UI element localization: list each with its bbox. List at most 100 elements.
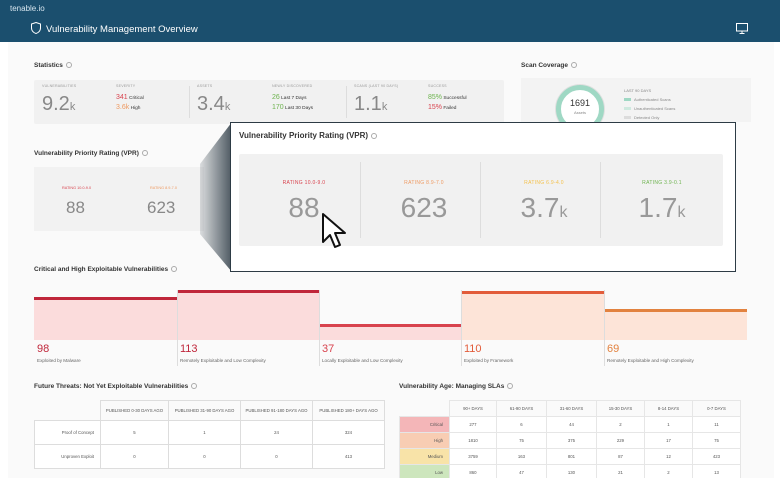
column-header[interactable]: PUBLISHED 0-30 DAYS AGO <box>100 400 169 421</box>
vpr-medium[interactable]: RATING 6.9-4.0 3.7k <box>489 180 599 224</box>
table-cell[interactable]: 2 <box>644 464 693 478</box>
table-cell[interactable]: 5 <box>100 420 169 445</box>
divider <box>177 290 178 366</box>
vpr-low[interactable]: RATING 3.9-0.1 1.7k <box>607 180 717 224</box>
column-header[interactable]: 31-60 DAYS <box>546 400 597 417</box>
table-cell[interactable]: 163 <box>496 448 547 465</box>
table-cell[interactable]: 413 <box>312 444 385 469</box>
vpr-rating-value[interactable]: 623 <box>147 198 175 218</box>
table-cell[interactable]: 1810 <box>449 432 497 449</box>
table-cell[interactable]: 1 <box>168 420 241 445</box>
table-cell[interactable]: 277 <box>449 416 497 433</box>
exploit-value[interactable]: 98 <box>37 343 49 355</box>
table-cell[interactable]: 423 <box>692 448 741 465</box>
table-cell[interactable]: 13 <box>692 464 741 478</box>
coverage-legend-item[interactable]: Detected Only <box>624 115 659 120</box>
monitor-icon[interactable] <box>736 23 748 34</box>
exploit-bar-top <box>461 291 604 294</box>
exploit-value[interactable]: 110 <box>464 343 482 355</box>
exploit-value[interactable]: 37 <box>322 343 334 355</box>
stat-success[interactable]: SUCCESS 85% Successful 15% Failed <box>428 84 467 113</box>
future-threats-title: Future Threats: Not Yet Exploitable Vuln… <box>34 383 198 390</box>
info-icon[interactable] <box>371 132 378 139</box>
table-header-row: PUBLISHED 0-30 DAYS AGO PUBLISHED 31-90 … <box>35 400 385 421</box>
table-cell[interactable]: 0 <box>240 444 313 469</box>
vuln-age-title: Vulnerability Age: Managing SLAs <box>399 383 514 390</box>
column-header[interactable]: 61-90 DAYS <box>496 400 547 417</box>
table-cell[interactable]: 229 <box>596 432 645 449</box>
divider <box>600 162 601 238</box>
exploit-bar[interactable] <box>604 309 747 340</box>
exploit-value[interactable]: 69 <box>607 343 619 355</box>
coverage-legend-title: LAST 90 DAYS <box>624 88 652 93</box>
column-header[interactable]: PUBLISHED 31-90 DAYS AGO <box>168 400 241 421</box>
exploit-label: Exploited by Framework <box>464 358 514 363</box>
column-header[interactable]: 15-30 DAYS <box>596 400 645 417</box>
stat-severity[interactable]: SEVERITY 341 Critical 3.6k High <box>116 84 144 113</box>
table-cell[interactable]: 3759 <box>449 448 497 465</box>
table-cell[interactable]: 75 <box>692 432 741 449</box>
exploit-bar-top <box>604 309 747 312</box>
table-cell[interactable]: 75 <box>496 432 547 449</box>
table-cell[interactable]: 375 <box>546 432 597 449</box>
severity-level-label: High <box>399 432 450 449</box>
row-label: Proof of Concept <box>34 420 101 445</box>
exploit-bar-top <box>177 290 319 293</box>
table-cell[interactable]: 2 <box>596 416 645 433</box>
table-cell[interactable]: 860 <box>449 464 497 478</box>
table-cell[interactable]: 801 <box>546 448 597 465</box>
column-header[interactable]: 90+ DAYS <box>449 400 497 417</box>
info-icon[interactable] <box>141 150 148 157</box>
divider <box>319 290 320 366</box>
table-cell[interactable]: 1 <box>644 416 693 433</box>
info-icon[interactable] <box>507 383 514 390</box>
table-cell[interactable]: 130 <box>546 464 597 478</box>
table-cell[interactable]: 21 <box>596 464 645 478</box>
brand-logo[interactable]: tenable.io <box>10 4 45 13</box>
table-cell[interactable]: 44 <box>546 416 597 433</box>
vpr-zoom-panel: RATING 10.0-9.0 88 RATING 8.9-7.0 623 RA… <box>239 154 723 246</box>
future-threats-table: PUBLISHED 0-30 DAYS AGO PUBLISHED 31-90 … <box>34 400 385 469</box>
exploit-bar[interactable] <box>177 290 319 340</box>
info-icon[interactable] <box>570 62 577 69</box>
table-cell[interactable]: 24 <box>240 420 313 445</box>
info-icon[interactable] <box>191 383 198 390</box>
exploit-value[interactable]: 113 <box>180 343 198 355</box>
table-cell[interactable]: 324 <box>312 420 385 445</box>
column-header[interactable]: PUBLISHED 91-180 DAYS AGO <box>240 400 313 421</box>
table-row: Proof of Concept 5 1 24 324 <box>34 420 385 445</box>
stat-vulnerabilities[interactable]: VULNERABILITIES 9.2k <box>42 84 76 116</box>
stat-assets[interactable]: ASSETS 3.4k <box>197 84 230 116</box>
coverage-legend-item[interactable]: Unauthenticated Scans <box>624 106 675 111</box>
severity-level-label: Low <box>399 464 450 478</box>
info-icon[interactable] <box>65 62 72 69</box>
table-cell[interactable]: 87 <box>596 448 645 465</box>
exploit-bar[interactable] <box>34 297 177 340</box>
statistics-panel: VULNERABILITIES 9.2k SEVERITY 341 Critic… <box>34 80 504 124</box>
table-cell[interactable]: 11 <box>692 416 741 433</box>
vpr-rating-value[interactable]: 88 <box>66 198 85 218</box>
vpr-title: Vulnerability Priority Rating (VPR) <box>34 150 148 157</box>
coverage-legend-item[interactable]: Authenticated Scans <box>624 97 671 102</box>
table-cell[interactable]: 47 <box>496 464 547 478</box>
vpr-high[interactable]: RATING 8.9-7.0 623 <box>369 180 479 224</box>
table-cell[interactable]: 6 <box>496 416 547 433</box>
table-cell[interactable]: 0 <box>100 444 169 469</box>
table-header-row: 90+ DAYS 61-90 DAYS 31-60 DAYS 15-30 DAY… <box>400 400 741 417</box>
column-header[interactable]: 8-14 DAYS <box>644 400 693 417</box>
top-bar: tenable.io Vulnerability Management Over… <box>0 0 780 42</box>
severity-level-label: Medium <box>399 448 450 465</box>
stat-scans[interactable]: SCANS (LAST 90 DAYS) 1.1k <box>354 84 398 116</box>
page-title: Vulnerability Management Overview <box>46 24 198 35</box>
stat-newly-discovered[interactable]: NEWLY DISCOVERED 26 Last 7 Days 170 Last… <box>272 84 313 113</box>
info-icon[interactable] <box>171 266 178 273</box>
divider <box>346 86 347 118</box>
table-cell[interactable]: 17 <box>644 432 693 449</box>
exploit-bar[interactable] <box>461 291 604 340</box>
table-cell[interactable]: 0 <box>168 444 241 469</box>
column-header[interactable]: 0-7 DAYS <box>692 400 741 417</box>
column-header[interactable]: PUBLISHED 180+ DAYS AGO <box>312 400 385 421</box>
table-cell[interactable]: 12 <box>644 448 693 465</box>
severity-level-label: Critical <box>399 416 450 433</box>
divider <box>604 290 605 366</box>
